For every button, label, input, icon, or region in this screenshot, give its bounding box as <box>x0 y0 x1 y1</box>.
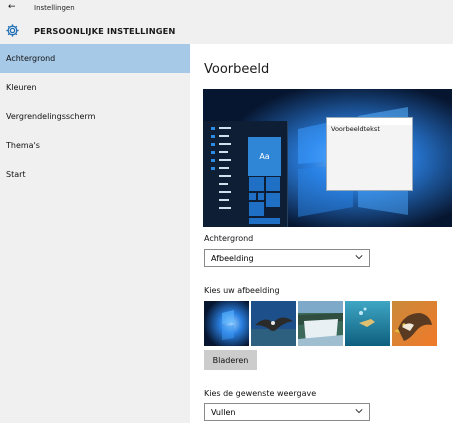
picture-thumbnail-bird[interactable] <box>251 301 296 346</box>
sample-tile: Aa <box>248 137 281 176</box>
sidebar-item-kleuren[interactable]: Kleuren <box>0 73 190 102</box>
chevron-down-icon <box>355 255 363 260</box>
background-dropdown[interactable]: Afbeelding <box>204 249 370 267</box>
fit-dropdown-value: Vullen <box>211 408 236 417</box>
browse-button[interactable]: Bladeren <box>204 350 257 370</box>
sidebar-item-vergrendelingsscherm[interactable]: Vergrendelingsscherm <box>0 102 190 131</box>
sidebar-item-label: Thema's <box>6 141 40 150</box>
sidebar-item-label: Start <box>6 170 26 179</box>
chevron-down-icon <box>355 409 363 414</box>
picture-thumbnail-waterfall[interactable] <box>298 301 343 346</box>
sidebar-item-label: Achtergrond <box>6 54 56 63</box>
background-dropdown-value: Afbeelding <box>211 254 254 263</box>
fit-dropdown[interactable]: Vullen <box>204 403 370 421</box>
main-content: Voorbeeld Aa Voorbeeldtekst Achtergrond … <box>190 44 453 423</box>
sidebar-item-label: Kleuren <box>6 83 37 92</box>
back-arrow-icon[interactable]: ← <box>8 2 16 12</box>
title-bar: ← Instellingen <box>0 0 453 16</box>
page-title: PERSOONLIJKE INSTELLINGEN <box>34 26 176 36</box>
picture-thumbnail-diver[interactable] <box>345 301 390 346</box>
gear-icon <box>6 24 19 37</box>
sidebar-item-themas[interactable]: Thema's <box>0 131 190 160</box>
choose-picture-label: Kies uw afbeelding <box>204 286 280 295</box>
desktop-preview: Aa Voorbeeldtekst <box>203 89 452 227</box>
picture-thumbnail-windows[interactable] <box>204 301 249 346</box>
sidebar-item-achtergrond[interactable]: Achtergrond <box>0 44 190 73</box>
section-title-preview: Voorbeeld <box>204 62 270 77</box>
sidebar: Achtergrond Kleuren Vergrendelingsscherm… <box>0 44 190 423</box>
sidebar-item-label: Vergrendelingsscherm <box>6 112 96 121</box>
sample-text: Voorbeeldtekst <box>331 125 380 133</box>
picture-thumbnail-eagle[interactable] <box>392 301 437 346</box>
sidebar-item-start[interactable]: Start <box>0 160 190 189</box>
fit-label: Kies de gewenste weergave <box>204 389 317 398</box>
page-header: PERSOONLIJKE INSTELLINGEN <box>0 16 453 44</box>
background-label: Achtergrond <box>204 234 254 243</box>
window-title: Instellingen <box>34 4 75 12</box>
